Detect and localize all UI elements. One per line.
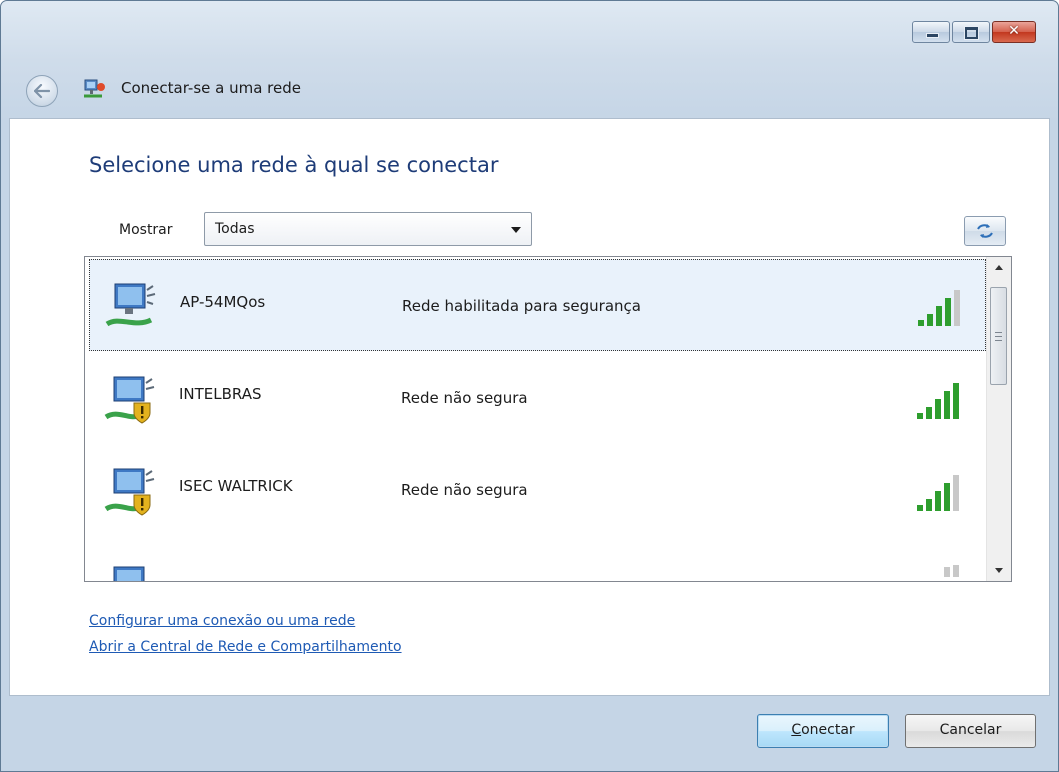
content-panel: Selecione uma rede à qual se conectar Mo… [9,118,1050,696]
grip-icon [995,332,1002,341]
network-row-partial[interactable] [89,537,986,581]
signal-strength-icon [917,475,959,511]
maximize-button[interactable] [952,21,990,43]
list-scrollbar[interactable] [986,257,1011,581]
minimize-button[interactable] [912,21,950,43]
wireless-network-icon [113,566,145,581]
network-name: INTELBRAS [179,385,262,403]
refresh-button[interactable] [964,216,1006,246]
window-controls: ✕ [912,21,1036,43]
network-list[interactable]: AP-54MQos Rede habilitada para segurança [84,256,1012,582]
close-button[interactable]: ✕ [992,21,1036,43]
minimize-icon [926,33,939,38]
filter-label: Mostrar [119,222,173,238]
window-title: Conectar-se a uma rede [121,79,301,97]
network-row[interactable]: ISEC WALTRICK Rede não segura [89,445,986,537]
network-status: Rede não segura [401,481,528,499]
scroll-down-button[interactable] [987,559,1011,581]
refresh-icon [977,224,993,238]
filter-dropdown[interactable]: Todas [204,212,532,246]
chevron-down-icon [511,227,521,233]
wireless-network-icon [105,283,156,327]
network-row[interactable]: AP-54MQos Rede habilitada para segurança [89,259,986,351]
filter-value: Todas [215,221,255,237]
network-name: ISEC WALTRICK [179,477,293,495]
signal-strength-icon [944,565,959,577]
close-icon: ✕ [1008,23,1020,39]
page-heading: Selecione uma rede à qual se conectar [89,153,499,177]
connect-access-key: C [791,722,802,738]
network-connect-icon [84,79,105,98]
wireless-network-warning-icon [104,376,155,424]
cancel-button[interactable]: Cancelar [905,714,1036,748]
scroll-up-button[interactable] [987,257,1011,279]
network-center-link[interactable]: Abrir a Central de Rede e Compartilhamen… [89,639,402,655]
back-arrow-icon [34,84,50,98]
wireless-network-warning-icon [104,468,155,516]
setup-connection-link[interactable]: Configurar uma conexão ou uma rede [89,613,355,629]
network-row[interactable]: INTELBRAS Rede não segura [89,353,986,445]
network-status: Rede não segura [401,389,528,407]
network-name: AP-54MQos [180,293,266,311]
scroll-thumb[interactable] [990,287,1007,385]
title-bar: ✕ Conectar-se a uma rede [1,1,1058,119]
network-status: Rede habilitada para segurança [402,297,641,315]
button-bar: Conectar Cancelar [9,696,1050,763]
connect-label: onectar [801,722,855,738]
maximize-icon [965,27,978,39]
connect-network-window: ✕ Conectar-se a uma rede Selecione uma r… [0,0,1059,772]
connect-button[interactable]: Conectar [757,714,889,748]
back-button[interactable] [26,75,58,107]
signal-strength-icon [918,290,960,326]
signal-strength-icon [917,383,959,419]
